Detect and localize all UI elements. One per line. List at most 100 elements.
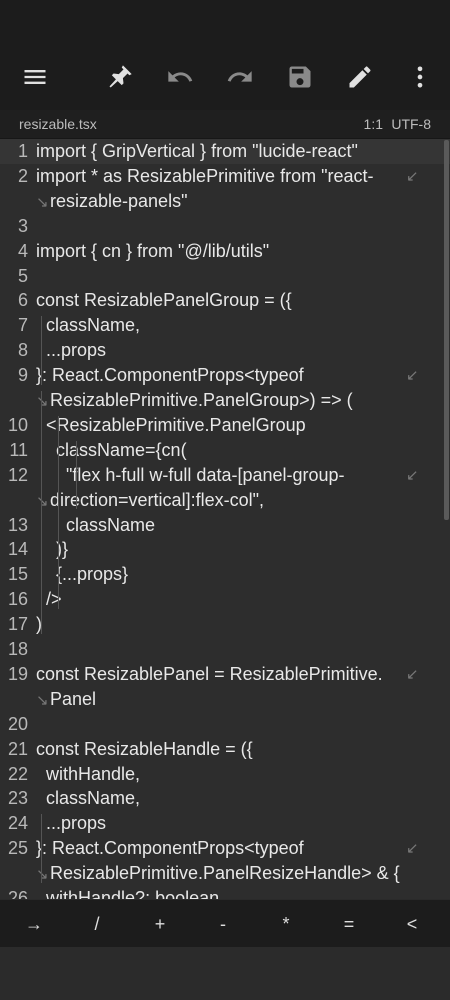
edit-icon[interactable] bbox=[340, 57, 380, 97]
line-number: 14 bbox=[7, 539, 28, 560]
code-text: resizable-panels" bbox=[50, 190, 188, 211]
wrap-arrow-icon: ↙ bbox=[406, 665, 419, 683]
line-number: 26 bbox=[7, 888, 28, 899]
code-line-wrapped: ↘ ResizablePrimitive.PanelResizeHandle> &… bbox=[0, 861, 450, 886]
code-line: 26 withHandle?: boolean bbox=[0, 886, 450, 899]
code-line: 16 /> bbox=[0, 587, 450, 612]
code-text: className, bbox=[36, 315, 141, 336]
code-text: className, bbox=[36, 788, 141, 809]
code-text: ...props bbox=[36, 813, 107, 834]
line-number: 25 bbox=[7, 838, 28, 859]
code-line: 19 const ResizablePanel = ResizablePrimit… bbox=[0, 662, 450, 687]
line-number: 3 bbox=[17, 215, 28, 236]
extra-key[interactable]: * bbox=[254, 900, 318, 948]
code-text: }: React.ComponentProps<typeof bbox=[36, 838, 304, 859]
code-line: 17) bbox=[0, 612, 450, 637]
code-line-wrapped: ↘ direction=vertical]:flex-col", bbox=[0, 488, 450, 513]
code-text: {...props} bbox=[36, 564, 129, 585]
code-line: 12 "flex h-full w-full data-[panel-group… bbox=[0, 463, 450, 488]
wrap-continue-icon: ↘ bbox=[36, 393, 49, 410]
wrap-continue-icon: ↘ bbox=[36, 866, 49, 884]
code-line: 10 <ResizablePrimitive.PanelGroup bbox=[0, 413, 450, 438]
extra-key[interactable]: / bbox=[65, 900, 129, 948]
extra-key[interactable]: → bbox=[2, 900, 66, 948]
wrap-arrow-icon: ↙ bbox=[406, 466, 419, 484]
code-line: 1 import { GripVertical } from "lucide-re… bbox=[0, 139, 450, 164]
code-line: 23 className, bbox=[0, 786, 450, 811]
extra-key[interactable]: < bbox=[380, 900, 444, 948]
code-text: import { cn } from "@/lib/utils" bbox=[36, 240, 270, 261]
redo-icon[interactable] bbox=[220, 57, 260, 97]
extra-key[interactable]: = bbox=[317, 900, 381, 948]
line-number: 10 bbox=[7, 414, 28, 435]
line-number: 11 bbox=[9, 439, 28, 460]
file-encoding[interactable]: UTF-8 bbox=[391, 116, 431, 132]
line-number: 7 bbox=[17, 315, 28, 336]
line-number: 12 bbox=[7, 464, 28, 485]
line-number: 16 bbox=[7, 589, 28, 610]
code-text: withHandle?: boolean bbox=[36, 888, 220, 899]
code-text: ResizablePrimitive.PanelResizeHandle> & … bbox=[50, 863, 400, 884]
wrap-arrow-icon: ↙ bbox=[406, 367, 419, 385]
line-number: 1 bbox=[17, 141, 28, 161]
menu-icon[interactable] bbox=[15, 57, 55, 97]
status-bar bbox=[0, 0, 450, 44]
code-line: 22 withHandle, bbox=[0, 762, 450, 787]
undo-icon[interactable] bbox=[160, 57, 200, 97]
code-line: 14 )} bbox=[0, 537, 450, 562]
code-text: direction=vertical]:flex-col", bbox=[50, 489, 264, 510]
code-text: }: React.ComponentProps<typeof bbox=[36, 365, 304, 386]
wrap-continue-icon: ↘ bbox=[36, 492, 49, 510]
line-number: 2 bbox=[17, 165, 28, 186]
wrap-continue-icon: ↘ bbox=[36, 691, 49, 709]
file-name[interactable]: resizable.tsx bbox=[19, 116, 97, 132]
code-text: ResizablePrimitive.PanelGroup>) => ( bbox=[50, 390, 353, 410]
line-number: 24 bbox=[7, 813, 28, 834]
code-text: "flex h-full w-full data-[panel-group- bbox=[36, 464, 345, 485]
line-number: 5 bbox=[17, 265, 28, 286]
code-line: 8 ...props bbox=[0, 338, 450, 363]
line-number: 6 bbox=[17, 290, 28, 311]
code-line: 24 ...props bbox=[0, 811, 450, 836]
code-line: 13 className bbox=[0, 513, 450, 538]
code-line: 15 {...props} bbox=[0, 562, 450, 587]
extra-key[interactable]: - bbox=[191, 900, 255, 948]
code-line: 4 import { cn } from "@/lib/utils" bbox=[0, 239, 450, 264]
file-info-bar: resizable.tsx 1:1 UTF-8 bbox=[0, 110, 450, 139]
editor-toolbar bbox=[0, 44, 450, 110]
code-text: className bbox=[36, 514, 156, 535]
more-vert-icon[interactable] bbox=[400, 57, 440, 97]
extra-key[interactable]: + bbox=[128, 900, 192, 948]
indent-guide bbox=[76, 440, 77, 510]
code-editor[interactable]: 1 import { GripVertical } from "lucide-re… bbox=[0, 139, 450, 899]
wrap-continue-icon: ↘ bbox=[36, 193, 49, 211]
code-line: 18 bbox=[0, 637, 450, 662]
wrap-arrow-icon: ↙ bbox=[406, 167, 419, 185]
code-line: 20 bbox=[0, 712, 450, 737]
code-line-wrapped: ↘ ResizablePrimitive.PanelGroup>) => ( bbox=[0, 388, 450, 413]
navigation-bar bbox=[0, 947, 450, 1000]
code-line: 7 className, bbox=[0, 313, 450, 338]
line-number: 13 bbox=[7, 514, 28, 535]
code-text: ...props bbox=[36, 340, 107, 361]
code-text: withHandle, bbox=[36, 763, 141, 784]
line-number: 17 bbox=[7, 614, 28, 635]
save-icon[interactable] bbox=[280, 57, 320, 97]
code-line: 9}: React.ComponentProps<typeof ↙ bbox=[0, 363, 450, 388]
indent-guide bbox=[41, 316, 42, 385]
wrap-arrow-icon: ↙ bbox=[406, 840, 419, 858]
line-number: 19 bbox=[7, 663, 28, 684]
code-line: 21 const ResizableHandle = ({ bbox=[0, 737, 450, 762]
line-number: 8 bbox=[17, 340, 28, 361]
editor-scrollbar[interactable] bbox=[444, 140, 449, 520]
indent-guide bbox=[41, 814, 42, 883]
code-line: 3 bbox=[0, 214, 450, 239]
code-text: import { GripVertical } from "lucide-rea… bbox=[36, 141, 358, 161]
pin-icon[interactable] bbox=[100, 57, 140, 97]
code-line: 11 className={cn( bbox=[0, 438, 450, 463]
line-number: 4 bbox=[17, 240, 28, 261]
line-number: 20 bbox=[7, 713, 28, 734]
code-line-wrapped: ↘ resizable-panels" bbox=[0, 189, 450, 214]
code-text: const ResizableHandle = ({ bbox=[36, 738, 253, 759]
line-number: 22 bbox=[7, 763, 28, 784]
